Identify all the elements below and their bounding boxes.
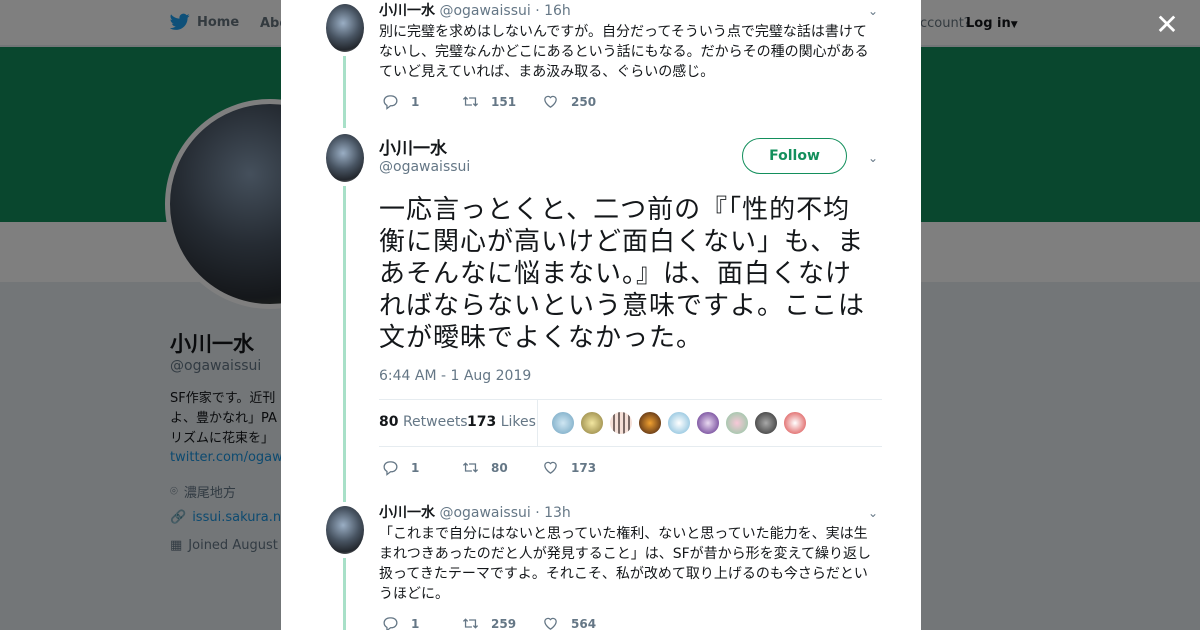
main-tweet-author-handle[interactable]: @ogawaissui <box>379 159 470 175</box>
avatar[interactable] <box>326 4 364 52</box>
retweet-count: 151 <box>491 94 517 109</box>
like-count: 250 <box>571 94 597 109</box>
tweet-header: 小川一水 @ogawaissui · 13h <box>379 503 879 523</box>
thread-line-bottom <box>343 558 346 630</box>
reply-count: 1 <box>411 616 420 630</box>
liker-avatar[interactable] <box>783 411 807 435</box>
retweet-button[interactable]: 80 <box>462 459 542 476</box>
reply-button[interactable]: 1 <box>382 615 462 630</box>
reply-icon <box>383 617 398 630</box>
like-stat-label: Likes <box>500 414 536 430</box>
heart-icon <box>544 95 557 108</box>
liker-avatars <box>551 411 807 435</box>
avatar[interactable] <box>326 506 364 554</box>
retweet-stat[interactable]: 80 Retweets <box>379 414 468 430</box>
tweet-actions: 1 80 173 <box>382 459 622 476</box>
reply-icon <box>383 95 398 110</box>
like-button[interactable]: 250 <box>542 93 622 110</box>
main-tweet-timestamp[interactable]: 6:44 AM - 1 Aug 2019 <box>379 368 531 384</box>
retweet-count: 80 <box>491 460 508 475</box>
chevron-down-icon[interactable]: ⌄ <box>866 506 880 520</box>
like-button[interactable]: 564 <box>542 615 622 630</box>
reply-button[interactable]: 1 <box>382 459 462 476</box>
retweet-icon <box>462 462 479 473</box>
tweet-timestamp[interactable]: · 13h <box>535 505 571 521</box>
chevron-down-icon[interactable]: ⌄ <box>866 151 880 165</box>
like-count: 173 <box>571 460 597 475</box>
tweet-actions: 1 151 250 <box>382 93 622 110</box>
avatar[interactable] <box>326 134 364 182</box>
liker-avatar[interactable] <box>725 411 749 435</box>
liker-avatar[interactable] <box>754 411 778 435</box>
main-tweet-text: 一応言っとくと、二つ前の『「性的不均衡に関心が高いけど面白くない」も、まあそんな… <box>379 195 866 353</box>
retweet-button[interactable]: 259 <box>462 615 542 630</box>
liker-avatar[interactable] <box>551 411 575 435</box>
stat-divider <box>537 400 538 446</box>
tweet-timestamp[interactable]: · 16h <box>535 3 571 19</box>
tweet-author-name[interactable]: 小川一水 <box>379 3 435 19</box>
like-stat-count: 173 <box>467 414 497 430</box>
thread-line-top <box>343 56 346 128</box>
heart-icon <box>544 617 557 630</box>
like-stat[interactable]: 173 Likes <box>467 414 536 430</box>
reply-count: 1 <box>411 460 420 475</box>
close-icon[interactable]: ✕ <box>1152 10 1182 40</box>
tweet-next[interactable]: 小川一水 @ogawaissui · 13h 「これまで自分にはないと思っていた… <box>379 503 879 604</box>
tweet-text: 別に完璧を求めはしないんですが。自分だってそういう点で完璧な話は書けてないし、完… <box>379 24 869 80</box>
tweet-previous[interactable]: 小川一水 @ogawaissui · 16h 別に完璧を求めはしないんですが。自… <box>379 1 879 82</box>
retweet-icon <box>462 96 479 107</box>
like-count: 564 <box>571 616 597 630</box>
tweet-author-handle[interactable]: @ogawaissui <box>439 3 530 19</box>
tweet-author-name[interactable]: 小川一水 <box>379 505 435 521</box>
reply-button[interactable]: 1 <box>382 93 462 110</box>
follow-button[interactable]: Follow <box>742 138 847 174</box>
liker-avatar[interactable] <box>580 411 604 435</box>
tweet-actions: 1 259 564 <box>382 615 622 630</box>
tweet-text: 「これまで自分にはないと思っていた権利、ないと思っていた能力を、実は生まれつきあ… <box>379 526 871 602</box>
liker-avatar[interactable] <box>609 411 633 435</box>
tweet-modal: 小川一水 @ogawaissui · 16h 別に完璧を求めはしないんですが。自… <box>281 0 921 630</box>
retweet-stat-count: 80 <box>379 414 399 430</box>
chevron-down-icon[interactable]: ⌄ <box>866 4 880 18</box>
liker-avatar[interactable] <box>667 411 691 435</box>
liker-avatar[interactable] <box>696 411 720 435</box>
reply-count: 1 <box>411 94 420 109</box>
main-tweet-author-name[interactable]: 小川一水 <box>379 134 447 159</box>
tweet-stats: 80 Retweets 173 Likes <box>379 399 882 447</box>
tweet-author-handle[interactable]: @ogawaissui <box>439 505 530 521</box>
thread-line-main <box>343 186 346 502</box>
retweet-icon <box>462 618 479 629</box>
reply-icon <box>383 461 398 476</box>
retweet-stat-label: Retweets <box>402 414 468 430</box>
heart-icon <box>544 461 557 474</box>
tweet-header: 小川一水 @ogawaissui · 16h <box>379 1 879 21</box>
like-button[interactable]: 173 <box>542 459 622 476</box>
liker-avatar[interactable] <box>638 411 662 435</box>
retweet-count: 259 <box>491 616 517 630</box>
retweet-button[interactable]: 151 <box>462 93 542 110</box>
